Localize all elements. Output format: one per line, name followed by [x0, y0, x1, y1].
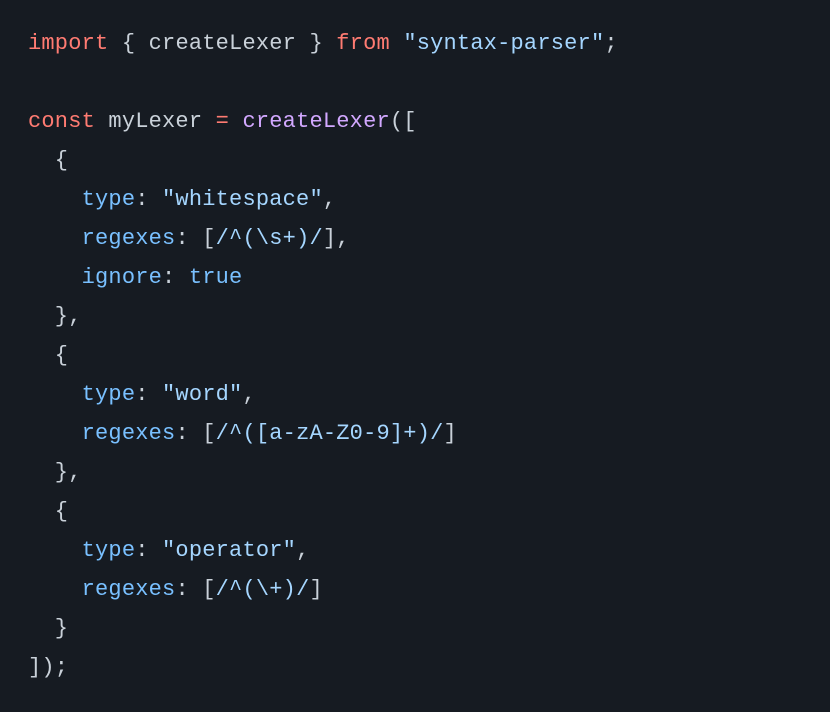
- space: [202, 109, 215, 134]
- punct: ]);: [28, 655, 68, 680]
- property: type: [82, 187, 136, 212]
- code-block: import { createLexer } from "syntax-pars…: [0, 0, 830, 711]
- punct: ],: [323, 226, 350, 251]
- punct: : [: [175, 226, 215, 251]
- indent: [28, 421, 82, 446]
- punct: ]: [309, 577, 322, 602]
- regex: /^(\s+)/: [216, 226, 323, 251]
- indent: [28, 382, 82, 407]
- string: "word": [162, 382, 242, 407]
- ident: createLexer: [149, 31, 296, 56]
- regex: /^(\+)/: [216, 577, 310, 602]
- space: [95, 109, 108, 134]
- indent: [28, 187, 82, 212]
- property: regexes: [82, 226, 176, 251]
- punct: {: [28, 499, 68, 524]
- punct: ,: [323, 187, 336, 212]
- operator-eq: =: [216, 109, 229, 134]
- keyword-const: const: [28, 109, 95, 134]
- function-call: createLexer: [242, 109, 389, 134]
- punct: ;: [604, 31, 617, 56]
- property: type: [82, 538, 136, 563]
- punct: : [: [175, 577, 215, 602]
- punct: ,: [242, 382, 255, 407]
- property: regexes: [82, 577, 176, 602]
- punct: :: [135, 187, 162, 212]
- ident: myLexer: [108, 109, 202, 134]
- punct: }: [28, 616, 68, 641]
- indent: [28, 577, 82, 602]
- string: "whitespace": [162, 187, 323, 212]
- punct: {: [28, 148, 68, 173]
- punct: },: [28, 304, 82, 329]
- punct: }: [296, 31, 336, 56]
- punct: :: [135, 538, 162, 563]
- punct: {: [108, 31, 148, 56]
- property: ignore: [82, 265, 162, 290]
- punct: ([: [390, 109, 417, 134]
- keyword-from: from: [336, 31, 390, 56]
- punct: : [: [175, 421, 215, 446]
- boolean: true: [189, 265, 243, 290]
- indent: [28, 226, 82, 251]
- punct: ,: [296, 538, 309, 563]
- property: regexes: [82, 421, 176, 446]
- keyword-import: import: [28, 31, 108, 56]
- punct: {: [28, 343, 68, 368]
- punct: },: [28, 460, 82, 485]
- punct: :: [135, 382, 162, 407]
- indent: [28, 265, 82, 290]
- punct: :: [162, 265, 189, 290]
- string: "operator": [162, 538, 296, 563]
- space: [390, 31, 403, 56]
- space: [229, 109, 242, 134]
- indent: [28, 538, 82, 563]
- regex: /^([a-zA-Z0-9]+)/: [216, 421, 444, 446]
- punct: ]: [444, 421, 457, 446]
- property: type: [82, 382, 136, 407]
- string: "syntax-parser": [403, 31, 604, 56]
